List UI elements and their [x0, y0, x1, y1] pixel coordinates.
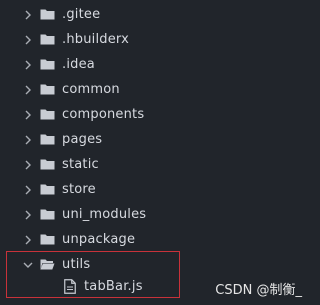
tree-item-label: utils	[62, 257, 91, 272]
folder-icon	[40, 184, 55, 195]
tree-item-label: store	[62, 182, 96, 197]
tree-item-label: uni_modules	[62, 207, 147, 222]
tree-item-label: pages	[62, 132, 103, 147]
tree-item-static[interactable]: static	[0, 152, 308, 177]
tree-item-common[interactable]: common	[0, 77, 308, 102]
tree-item-uni-modules[interactable]: uni_modules	[0, 202, 308, 227]
tree-item-unpackage[interactable]: unpackage	[0, 227, 308, 252]
chevron-right-icon[interactable]	[22, 184, 34, 196]
folder-open-icon	[40, 259, 55, 270]
tree-item-label: components	[62, 107, 145, 122]
folder-icon	[40, 9, 55, 20]
tree-item-store[interactable]: store	[0, 177, 308, 202]
watermark: CSDN @制衡_	[215, 283, 302, 298]
tree-item-label: .gitee	[62, 7, 101, 22]
chevron-right-icon[interactable]	[22, 34, 34, 46]
chevron-right-icon[interactable]	[22, 109, 34, 121]
folder-icon	[40, 209, 55, 220]
file-icon	[64, 279, 76, 294]
folder-icon	[40, 159, 55, 170]
tree-item-label: unpackage	[62, 232, 136, 247]
chevron-right-icon[interactable]	[22, 234, 34, 246]
folder-icon	[40, 59, 55, 70]
folder-icon	[40, 109, 55, 120]
tree-item-label: .idea	[62, 57, 95, 72]
chevron-right-icon[interactable]	[22, 84, 34, 96]
tree-item-hbuilderx[interactable]: .hbuilderx	[0, 27, 308, 52]
chevron-right-icon[interactable]	[22, 134, 34, 146]
file-explorer: .gitee .hbuilderx .idea common component…	[0, 0, 308, 305]
folder-icon	[40, 34, 55, 45]
tree-item-label: tabBar.js	[84, 279, 143, 294]
folder-icon	[40, 134, 55, 145]
chevron-right-icon[interactable]	[22, 9, 34, 21]
tree-item-label: static	[62, 157, 99, 172]
chevron-right-icon[interactable]	[22, 209, 34, 221]
folder-icon	[40, 234, 55, 245]
tree-item-label: common	[62, 82, 120, 97]
tree-item-components[interactable]: components	[0, 102, 308, 127]
tree-item-label: .hbuilderx	[62, 32, 130, 47]
chevron-right-icon[interactable]	[22, 159, 34, 171]
folder-icon	[40, 84, 55, 95]
chevron-right-icon[interactable]	[22, 59, 34, 71]
tree-item-idea[interactable]: .idea	[0, 52, 308, 77]
chevron-down-icon[interactable]	[22, 259, 34, 271]
tree-item-pages[interactable]: pages	[0, 127, 308, 152]
tree-item-gitee[interactable]: .gitee	[0, 2, 308, 27]
